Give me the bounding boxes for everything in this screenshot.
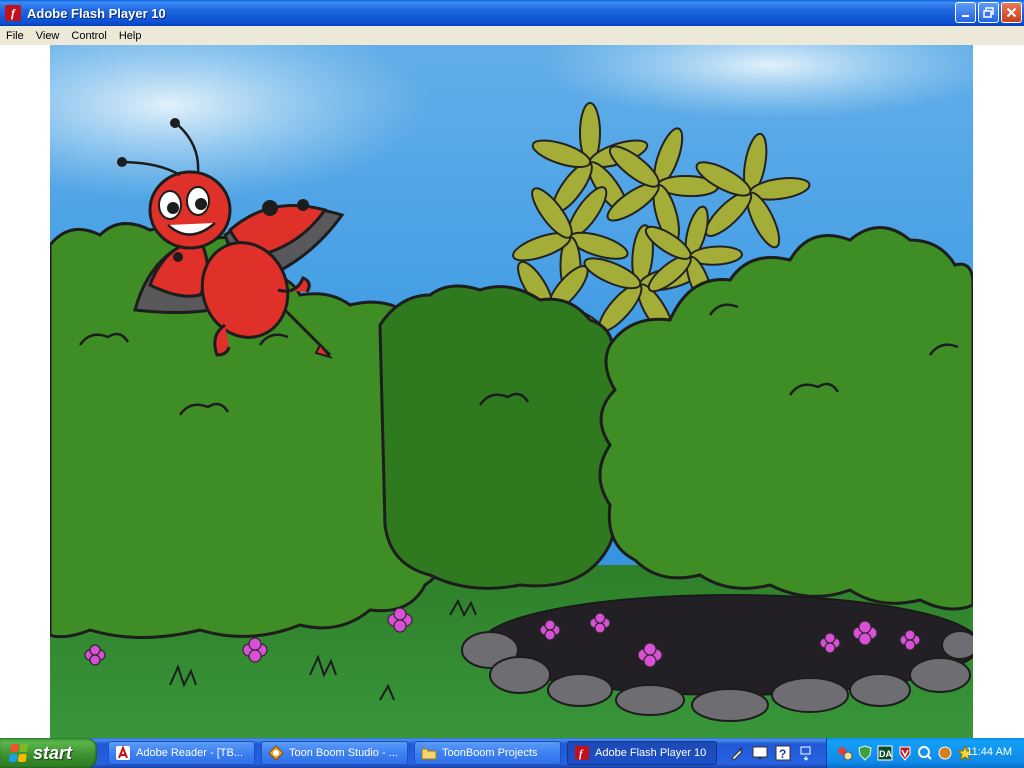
cartoon-scene	[50, 45, 973, 738]
taskbar-item-label: ToonBoom Projects	[442, 747, 538, 759]
search-icon[interactable]	[917, 745, 933, 761]
antivirus-icon[interactable]	[897, 745, 913, 761]
taskbar-item-adobe-reader[interactable]: Adobe Reader - [TB...	[108, 741, 255, 765]
shield-icon[interactable]	[857, 745, 873, 761]
windows-icon[interactable]	[797, 743, 814, 762]
display-icon[interactable]	[751, 743, 768, 762]
window-controls	[955, 2, 1022, 23]
animation-stage[interactable]	[50, 45, 973, 738]
close-icon	[1006, 7, 1017, 18]
media-icon[interactable]	[937, 745, 953, 761]
clock[interactable]: 11:44 AM	[966, 746, 1012, 758]
taskbar-item-label: Adobe Flash Player 10	[595, 747, 707, 759]
taskbar-item-label: Adobe Reader - [TB...	[136, 747, 243, 759]
svg-text:DA: DA	[879, 749, 892, 759]
menu-control[interactable]: Control	[65, 30, 112, 42]
taskbar-item-label: Toon Boom Studio - ...	[289, 747, 398, 759]
flash-player-icon: f	[5, 5, 21, 21]
taskbar-item-flash-player[interactable]: f Adobe Flash Player 10	[567, 741, 717, 765]
menu-help[interactable]: Help	[113, 30, 148, 42]
start-button[interactable]: start	[0, 738, 97, 768]
windows-logo-icon	[8, 744, 30, 762]
taskbar: start Adobe Reader - [TB... Toon Boom St…	[0, 738, 1024, 768]
svg-text:?: ?	[779, 747, 786, 761]
window-title: Adobe Flash Player 10	[27, 5, 166, 21]
folder-icon	[421, 745, 437, 761]
taskbar-item-toon-boom[interactable]: Toon Boom Studio - ...	[261, 741, 408, 765]
restore-icon	[983, 7, 994, 18]
quick-launch: ?	[728, 743, 814, 762]
menu-view[interactable]: View	[30, 30, 66, 42]
taskbar-item-toonboom-projects[interactable]: ToonBoom Projects	[414, 741, 561, 765]
window-title-bar[interactable]: f Adobe Flash Player 10	[0, 0, 1024, 26]
help-icon[interactable]: ?	[774, 743, 791, 762]
player-content-area	[0, 45, 1024, 738]
system-tray: DA 11:44 AM	[826, 738, 1024, 768]
menu-bar: File View Control Help	[0, 26, 1024, 45]
minimize-button[interactable]	[955, 2, 976, 23]
restore-button[interactable]	[978, 2, 999, 23]
network-icon[interactable]	[837, 745, 853, 761]
menu-file[interactable]: File	[0, 30, 30, 42]
flash-player-icon: f	[574, 745, 590, 761]
toon-boom-icon	[268, 745, 284, 761]
start-label: start	[33, 742, 73, 763]
da-icon[interactable]: DA	[877, 745, 893, 761]
adobe-reader-icon	[115, 745, 131, 761]
close-button[interactable]	[1001, 2, 1022, 23]
pen-tool-icon[interactable]	[728, 743, 745, 762]
bush-middle	[378, 284, 622, 590]
minimize-icon	[962, 15, 969, 17]
